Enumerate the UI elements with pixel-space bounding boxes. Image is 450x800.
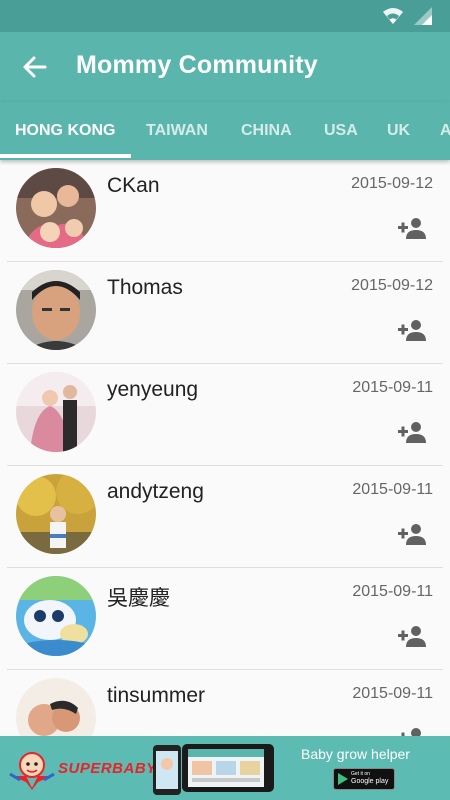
app-bar: Mommy Community (0, 32, 450, 102)
list-item[interactable]: CKan 2015-09-12 (7, 160, 443, 262)
join-date: 2015-09-11 (352, 481, 433, 498)
person-add-icon[interactable] (397, 624, 427, 648)
join-date: 2015-09-12 (351, 277, 433, 294)
person-add-icon[interactable] (397, 420, 427, 444)
person-add-icon[interactable] (397, 522, 427, 546)
play-store-icon (338, 773, 348, 785)
tab-more[interactable]: A (440, 122, 450, 140)
member-name: andytzeng (107, 480, 204, 503)
join-date: 2015-09-11 (352, 583, 433, 600)
ad-banner[interactable]: SUPERBABY Baby grow helper Get it on Goo… (0, 736, 450, 800)
google-play-badge[interactable]: Get it on Google play (333, 768, 395, 790)
tab-hong-kong[interactable]: HONG KONG (15, 122, 115, 140)
baby-logo-icon (9, 752, 55, 790)
avatar (16, 270, 96, 350)
status-bar (0, 0, 450, 32)
avatar (16, 474, 96, 554)
member-name: yenyeung (107, 378, 199, 401)
member-name: CKan (107, 174, 160, 197)
tab-indicator (0, 154, 131, 158)
list-item[interactable]: Thomas 2015-09-12 (7, 262, 443, 364)
signal-icon (414, 7, 432, 25)
member-name: tinsummer (107, 684, 206, 707)
phone-mockup-image (153, 744, 274, 795)
tab-taiwan[interactable]: TAIWAN (146, 122, 208, 140)
member-list[interactable]: CKan 2015-09-12 Thomas 2015-09-12 yenyeu… (0, 160, 450, 736)
region-tabs: HONG KONG TAIWAN CHINA USA UK A (0, 102, 450, 160)
tab-china[interactable]: CHINA (241, 122, 292, 140)
badge-line-2: Google play (351, 778, 389, 785)
join-date: 2015-09-11 (352, 379, 433, 396)
avatar (16, 576, 96, 656)
person-add-icon[interactable] (397, 726, 427, 736)
avatar (16, 678, 96, 736)
list-item[interactable]: 吳慶慶 2015-09-11 (7, 568, 443, 670)
join-date: 2015-09-11 (352, 685, 433, 702)
member-name: 吳慶慶 (107, 587, 170, 610)
avatar (16, 372, 96, 452)
wifi-icon (383, 8, 403, 24)
tab-usa[interactable]: USA (324, 122, 358, 140)
person-add-icon[interactable] (397, 216, 427, 240)
member-name: Thomas (107, 276, 183, 299)
ad-brand: SUPERBABY (58, 760, 157, 777)
join-date: 2015-09-12 (351, 175, 433, 192)
page-title: Mommy Community (76, 51, 318, 79)
tab-uk[interactable]: UK (387, 122, 410, 140)
avatar (16, 168, 96, 248)
list-item[interactable]: andytzeng 2015-09-11 (7, 466, 443, 568)
arrow-left-icon[interactable] (20, 52, 50, 82)
person-add-icon[interactable] (397, 318, 427, 342)
ad-tagline: Baby grow helper (301, 746, 410, 762)
list-item[interactable]: tinsummer 2015-09-11 東區 (7, 670, 443, 736)
list-item[interactable]: yenyeung 2015-09-11 (7, 364, 443, 466)
